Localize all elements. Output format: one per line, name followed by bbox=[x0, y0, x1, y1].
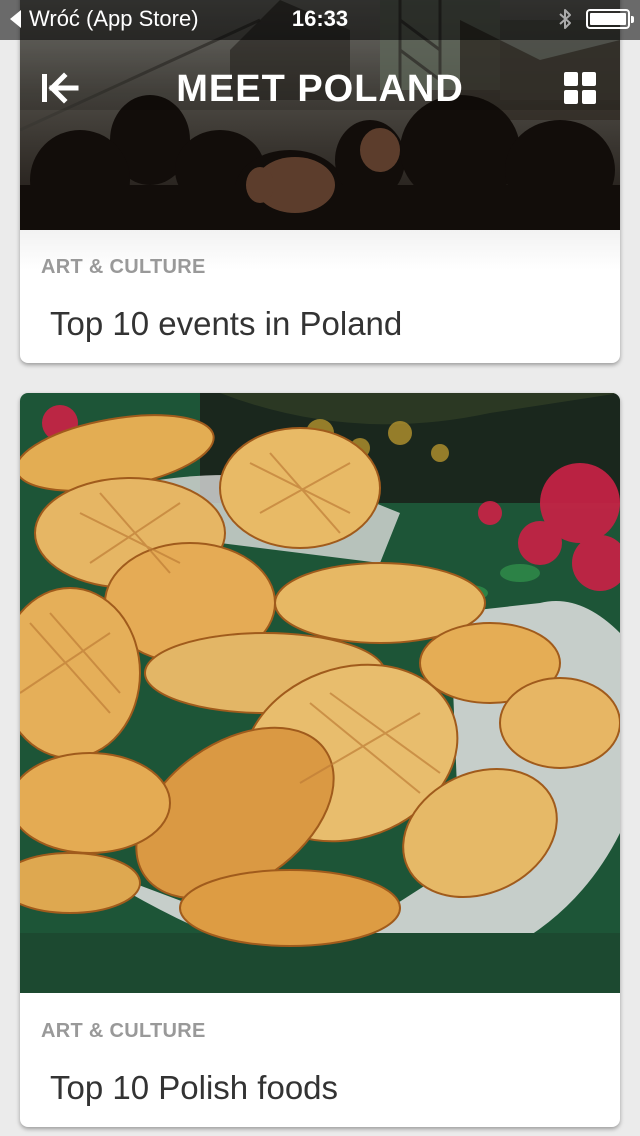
card-category: ART & CULTURE bbox=[41, 256, 206, 278]
card-category: ART & CULTURE bbox=[41, 1020, 206, 1042]
card-title[interactable]: Top 10 Polish foods bbox=[50, 1069, 338, 1107]
polish-foods-photo bbox=[20, 393, 620, 993]
app-title: MEET POLAND bbox=[176, 68, 464, 110]
grid-icon bbox=[564, 72, 578, 86]
screen: Wróć (App Store) 16:33 ART & CULTURE Top… bbox=[0, 0, 640, 1136]
status-time: 16:33 bbox=[291, 6, 349, 31]
bluetooth-icon bbox=[559, 9, 571, 29]
status-indicators bbox=[558, 8, 634, 30]
card-title[interactable]: Top 10 events in Poland bbox=[50, 305, 402, 343]
status-bar: Wróć (App Store) 16:33 bbox=[0, 0, 640, 40]
grid-view-button[interactable] bbox=[564, 72, 596, 104]
article-card-foods[interactable]: ART & CULTURE Top 10 Polish foods bbox=[20, 393, 620, 1127]
app-header: MEET POLAND bbox=[20, 40, 620, 140]
battery-icon bbox=[586, 9, 634, 29]
